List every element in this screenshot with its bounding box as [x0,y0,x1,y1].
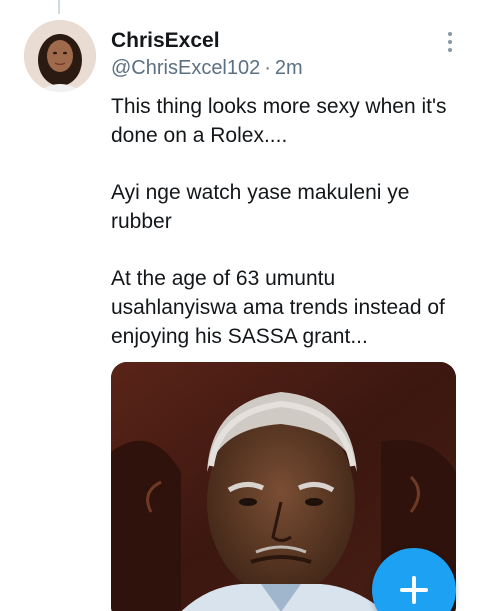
meta-separator: · [264,57,271,79]
user-handle[interactable]: @ChrisExcel102 [111,57,260,79]
avatar[interactable] [24,20,96,92]
display-name[interactable]: ChrisExcel [111,28,420,54]
tweet-text-paragraph: Ayi nge watch yase makuleni ye rubber [111,181,410,233]
tweet-meta: @ChrisExcel102 · 2m [111,55,420,81]
thread-connector-line [58,0,60,14]
timestamp[interactable]: 2m [275,57,303,79]
more-vertical-icon[interactable] [440,32,460,56]
tweet-header: ChrisExcel @ChrisExcel102 · 2m [111,28,420,81]
tweet-text-paragraph: This thing looks more sexy when it's don… [111,95,447,147]
tweet-view: ChrisExcel @ChrisExcel102 · 2m This thing … [0,0,480,611]
avatar-image [24,20,96,92]
tweet-text-paragraph: At the age of 63 umuntu usahlanyiswa ama… [111,267,445,348]
tweet-text: This thing looks more sexy when it's don… [111,92,461,351]
